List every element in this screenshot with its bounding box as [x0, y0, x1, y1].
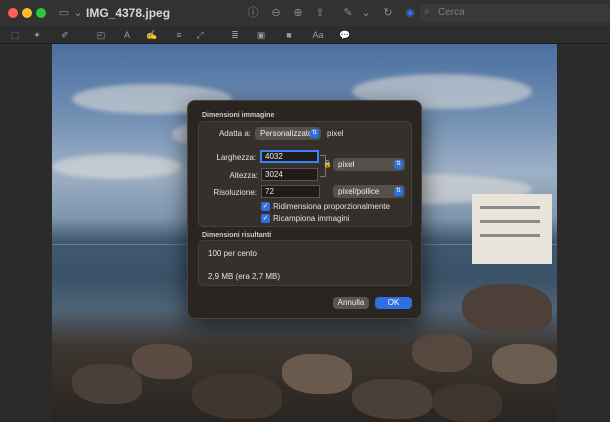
search-input[interactable]: ⌕ Cerca	[420, 4, 610, 22]
size-unit-value: pixel	[338, 160, 355, 169]
chevron-updown-icon: ⇅	[394, 160, 403, 169]
adjust-color-icon[interactable]: ≡	[172, 28, 186, 42]
resample-label: Ricampiona immagini	[273, 214, 350, 223]
resulting-size-section-title: Dimensioni risultanti	[202, 232, 272, 239]
instant-alpha-icon[interactable]: ✦	[30, 28, 44, 42]
scale-proportionally-checkbox[interactable]: ✓	[261, 202, 270, 211]
height-field[interactable]: 3024	[261, 168, 318, 181]
markup-pen-icon[interactable]: ✎	[340, 5, 356, 21]
share-icon[interactable]: ⇪	[312, 5, 328, 21]
annotate-icon[interactable]: 💬	[338, 28, 352, 42]
border-color-icon[interactable]: ▣	[252, 28, 270, 42]
zoom-window-button[interactable]	[36, 8, 46, 18]
resolution-label: Risoluzione:	[213, 188, 257, 197]
minimize-window-button[interactable]	[22, 8, 32, 18]
fit-label: Adatta a:	[218, 129, 251, 138]
title-bar: ▭ ⌄ IMG_4378.jpeg ⓘ ⊖ ⊕ ⇪ ✎ ⌄ ↻ ◉ ⌕ Cerc…	[0, 0, 610, 26]
resolution-unit-popup[interactable]: pixel/pollice ⇅	[333, 185, 405, 198]
cancel-button[interactable]: Annulla	[333, 297, 369, 309]
close-window-button[interactable]	[8, 8, 18, 18]
width-field[interactable]: 4032	[260, 150, 319, 163]
fill-color-icon[interactable]: ■	[280, 28, 298, 42]
size-unit-popup[interactable]: pixel ⇅	[333, 158, 405, 171]
fit-unit-label: pixel	[327, 129, 344, 138]
info-icon[interactable]: ⓘ	[245, 5, 261, 21]
adjust-size-icon[interactable]: ⤢	[193, 28, 207, 42]
fit-into-value: Personalizzato	[260, 129, 313, 138]
text-icon[interactable]: A	[120, 28, 134, 42]
zoom-out-icon[interactable]: ⊖	[268, 5, 284, 21]
result-percent: 100 per cento	[208, 249, 257, 258]
resolution-unit-value: pixel/pollice	[338, 187, 380, 196]
resample-checkbox[interactable]: ✓	[261, 214, 270, 223]
width-label: Larghezza:	[216, 153, 256, 162]
image-size-dialog: Dimensioni immagine Adatta a: Personaliz…	[187, 100, 422, 319]
chevron-down-icon[interactable]: ⌄	[358, 5, 374, 21]
rotate-icon[interactable]: ↻	[380, 5, 396, 21]
markup-toolbar-icon[interactable]: ◉	[402, 5, 418, 21]
search-placeholder: Cerca	[438, 7, 465, 18]
image-size-group: Adatta a: Personalizzato ⇅ pixel Larghez…	[198, 121, 412, 227]
search-icon: ⌕	[424, 6, 430, 17]
zoom-in-icon[interactable]: ⊕	[290, 5, 306, 21]
window-title: IMG_4378.jpeg	[86, 6, 171, 20]
text-style-icon[interactable]: Aa	[308, 28, 328, 42]
scale-proportionally-label: Ridimensiona proporzionalmente	[273, 202, 390, 211]
chevron-down-icon[interactable]: ⌄	[70, 5, 86, 21]
chevron-updown-icon: ⇅	[310, 129, 319, 138]
rectangular-selection-icon[interactable]: ⬚	[8, 28, 22, 42]
shape-style-icon[interactable]: ≣	[228, 28, 242, 42]
image-size-section-title: Dimensioni immagine	[202, 112, 275, 119]
resolution-field[interactable]: 72	[261, 185, 320, 198]
ok-button[interactable]: OK	[375, 297, 412, 309]
fit-into-popup[interactable]: Personalizzato ⇅	[255, 127, 321, 140]
result-file-size: 2,9 MB (era 2,7 MB)	[208, 272, 281, 281]
height-label: Altezza:	[229, 171, 258, 180]
resulting-size-group: 100 per cento 2,9 MB (era 2,7 MB)	[198, 240, 412, 286]
markup-toolbar: ⬚ ✦ ✐ ◰ A ✍ ≡ ⤢ ≣ ▣ ■ Aa 💬	[0, 26, 610, 44]
lock-icon[interactable]: 🔒	[323, 160, 332, 168]
chevron-updown-icon: ⇅	[394, 187, 403, 196]
shapes-icon[interactable]: ◰	[92, 28, 110, 42]
sign-icon[interactable]: ✍	[143, 28, 161, 42]
sketch-icon[interactable]: ✐	[58, 28, 72, 42]
